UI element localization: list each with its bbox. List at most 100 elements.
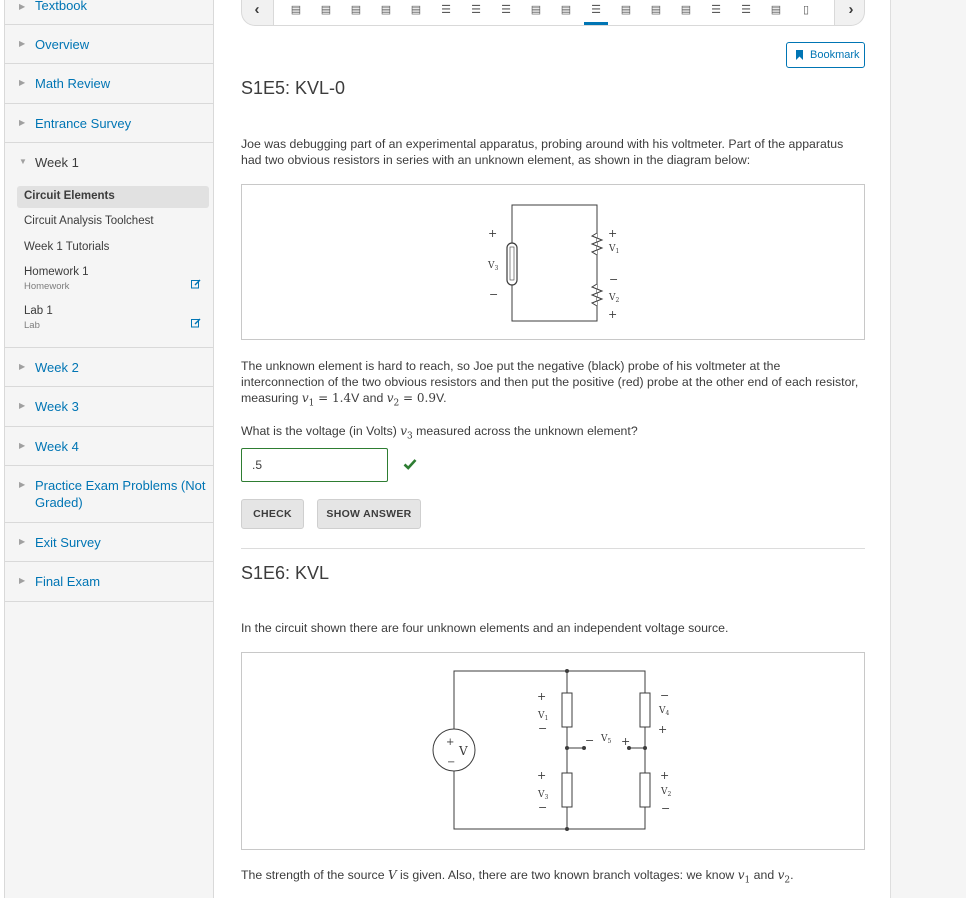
chapter-math-review[interactable]: ▶ Math Review: [5, 64, 214, 104]
next-unit-button[interactable]: ›: [836, 0, 866, 24]
caret-down-icon[interactable]: ▼: [19, 157, 27, 166]
chapter-overview[interactable]: ▶ Overview: [5, 25, 214, 64]
section-homework-1[interactable]: Homework 1 Homework: [17, 262, 209, 292]
circuit-diagram-2-drawing: + V − + V1 − + V3 − − V5 + − V4 + + V2 −: [432, 669, 672, 831]
chapter-exit-survey[interactable]: ▶ Exit Survey: [5, 523, 214, 562]
plus-sign: +: [488, 227, 497, 240]
sequence-video-icon[interactable]: ▤: [619, 4, 633, 17]
section-format: Lab: [24, 320, 40, 331]
chapter-label: Week 3: [35, 399, 79, 414]
sequence-video-icon[interactable]: ▤: [679, 4, 693, 17]
section-format: Homework: [24, 281, 70, 292]
chapter-label: Textbook: [35, 0, 88, 13]
problem-title: S1E5: KVL-0: [241, 78, 346, 98]
sequence-problem-icon[interactable]: ☰: [739, 4, 753, 17]
graded-edit-icon: [191, 279, 201, 289]
bookmark-label: Bookmark: [810, 49, 860, 61]
caret-right-icon: ▶: [19, 441, 26, 450]
sequence-video-icon[interactable]: ▤: [349, 4, 363, 17]
caret-right-icon: ▶: [19, 39, 26, 48]
plus-sign: +: [537, 690, 546, 703]
v3-label: V3: [487, 261, 499, 272]
section-circuit-elements[interactable]: Circuit Elements: [17, 186, 209, 208]
section-week-1-tutorials[interactable]: Week 1 Tutorials: [17, 237, 209, 259]
plus-sign: +: [446, 737, 454, 748]
sequence-video-icon[interactable]: ▤: [529, 4, 543, 17]
course-navigation-sidebar: ▶ Textbook ▶ Overview ▶ Math Review ▶ En…: [4, 0, 214, 898]
sequence-page-icon[interactable]: ▯: [799, 4, 813, 17]
minus-sign: −: [609, 273, 618, 286]
graded-edit-icon: [191, 318, 201, 328]
minus-sign: −: [538, 722, 547, 735]
chapter-week-1: ▼ Week 1 Circuit Elements Circuit Analys…: [5, 143, 214, 348]
problem-title: S1E6: KVL: [241, 563, 330, 583]
sequence-video-icon[interactable]: ▤: [769, 4, 783, 17]
answer-input[interactable]: [241, 448, 388, 482]
v2-label: V2: [660, 787, 672, 798]
sequence-items: ▤ ▤ ▤ ▤ ▤ ☰ ☰ ☰ ▤ ▤ ☰ ▤ ▤ ▤ ☰ ☰ ▤ ▯: [273, 0, 835, 25]
sequence-problem-icon[interactable]: ☰: [584, 4, 608, 25]
chapter-label[interactable]: Week 1: [35, 154, 79, 171]
minus-sign: −: [660, 689, 669, 702]
problem-body: The strength of the source V is given. A…: [241, 868, 794, 886]
section-label: Circuit Analysis Toolchest: [24, 215, 154, 227]
plus-sign: +: [660, 769, 669, 782]
caret-right-icon: ▶: [19, 537, 26, 546]
sequence-video-icon[interactable]: ▤: [289, 4, 303, 17]
section-label: Week 1 Tutorials: [24, 241, 110, 253]
chapter-label: Entrance Survey: [35, 116, 132, 131]
problem-body: The unknown element is hard to reach, so…: [241, 359, 859, 409]
caret-right-icon: ▶: [19, 401, 26, 410]
v1-label: V1: [537, 711, 548, 722]
check-button[interactable]: CHECK: [241, 499, 304, 529]
chapter-week-4[interactable]: ▶ Week 4: [5, 427, 214, 466]
plus-sign: +: [537, 769, 546, 782]
minus-sign: −: [585, 734, 594, 747]
chapter-entrance-survey[interactable]: ▶ Entrance Survey: [5, 104, 214, 143]
sequence-problem-icon[interactable]: ☰: [709, 4, 723, 17]
chapter-label: Final Exam: [35, 574, 101, 589]
sequence-video-icon[interactable]: ▤: [559, 4, 573, 17]
sequence-video-icon[interactable]: ▤: [319, 4, 333, 17]
minus-sign: −: [661, 802, 670, 815]
chapter-label: Practice Exam Problems (Not Graded): [35, 478, 206, 510]
plus-sign: +: [608, 227, 617, 240]
minus-sign: −: [538, 801, 547, 814]
v3-label: V3: [537, 790, 549, 801]
sequence-video-icon[interactable]: ▤: [409, 4, 423, 17]
chapter-textbook[interactable]: ▶ Textbook: [5, 0, 214, 25]
v4-label: V4: [658, 706, 670, 717]
show-answer-button[interactable]: SHOW ANSWER: [317, 499, 421, 529]
section-circuit-analysis-toolchest[interactable]: Circuit Analysis Toolchest: [17, 211, 209, 233]
source-label: V: [458, 744, 468, 758]
right-gutter: [890, 0, 966, 898]
circuit-diagram-1-drawing: + − V3 + V1 − V2 +: [487, 204, 620, 322]
caret-right-icon: ▶: [19, 118, 26, 127]
v5-label: V5: [600, 734, 612, 745]
chapter-week-3[interactable]: ▶ Week 3: [5, 387, 214, 427]
sequence-navigation: ‹ ▤ ▤ ▤ ▤ ▤ ☰ ☰ ☰ ▤ ▤ ☰ ▤ ▤ ▤ ☰ ☰ ▤ ▯ ›: [241, 0, 865, 26]
chapter-label: Exit Survey: [35, 535, 101, 550]
caret-right-icon: ▶: [19, 362, 26, 371]
v2-label: V2: [608, 293, 620, 304]
sequence-problem-icon[interactable]: ☰: [499, 4, 513, 17]
sequence-problem-icon[interactable]: ☰: [469, 4, 483, 17]
section-label: Lab 1: [24, 305, 53, 317]
plus-sign: +: [608, 308, 617, 321]
chapter-final-exam[interactable]: ▶ Final Exam: [5, 562, 214, 602]
chapter-week-2[interactable]: ▶ Week 2: [5, 348, 214, 387]
problem-divider: [241, 548, 865, 549]
sequence-video-icon[interactable]: ▤: [379, 4, 393, 17]
plus-sign: +: [621, 735, 630, 748]
sequence-video-icon[interactable]: ▤: [649, 4, 663, 17]
section-lab-1[interactable]: Lab 1 Lab: [17, 301, 209, 331]
previous-unit-button[interactable]: ‹: [242, 0, 272, 24]
chapter-label: Week 2: [35, 360, 79, 375]
chapter-practice-exam-problems[interactable]: ▶ Practice Exam Problems (Not Graded): [5, 466, 214, 523]
section-label: Homework 1: [24, 266, 89, 278]
section-label: Circuit Elements: [24, 190, 115, 202]
sequence-problem-icon[interactable]: ☰: [439, 4, 453, 17]
v1-label: V1: [608, 244, 619, 255]
bookmark-button[interactable]: Bookmark: [786, 42, 865, 68]
correct-checkmark-icon: [403, 459, 417, 470]
